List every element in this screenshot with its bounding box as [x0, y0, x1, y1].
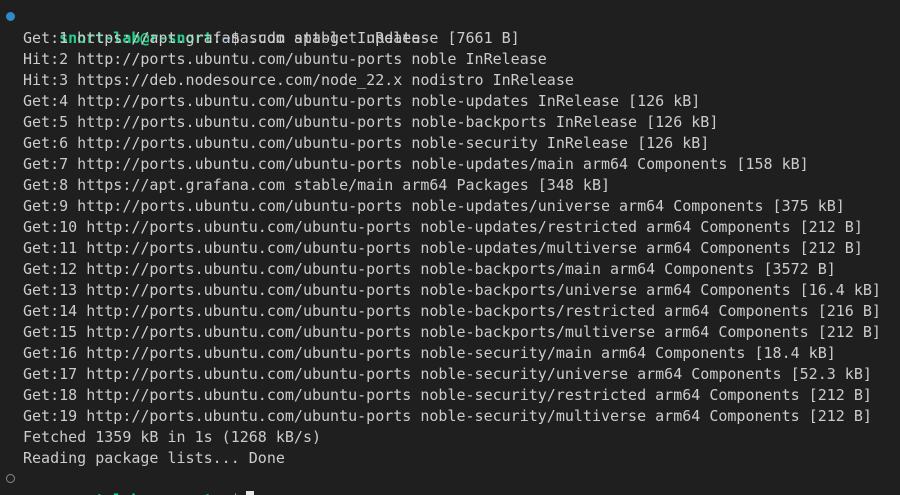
output-line: Get:8 https://apt.grafana.com stable/mai… — [23, 176, 610, 194]
command-pending-decoration-icon[interactable] — [6, 474, 15, 483]
output-line: Get:10 http://ports.ubuntu.com/ubuntu-po… — [23, 218, 863, 236]
prompt-symbol: $ — [231, 491, 240, 495]
output-line: Fetched 1359 kB in 1s (1268 kB/s) — [23, 428, 322, 446]
command-line: snort-lab@r-snort:~$ sudo apt-get update — [0, 7, 900, 47]
output-line: Get:19 http://ports.ubuntu.com/ubuntu-po… — [23, 407, 872, 425]
output-line: Get:4 http://ports.ubuntu.com/ubuntu-por… — [23, 92, 701, 110]
output-line: Get:9 http://ports.ubuntu.com/ubuntu-por… — [23, 197, 845, 215]
command-output: Get:1 https://apt.grafana.com stable InR… — [0, 28, 900, 469]
output-line: Get:15 http://ports.ubuntu.com/ubuntu-po… — [23, 323, 881, 341]
output-line: Get:11 http://ports.ubuntu.com/ubuntu-po… — [23, 239, 863, 257]
output-line: Get:13 http://ports.ubuntu.com/ubuntu-po… — [23, 281, 881, 299]
output-line: Get:5 http://ports.ubuntu.com/ubuntu-por… — [23, 113, 719, 131]
output-line: Get:1 https://apt.grafana.com stable InR… — [23, 29, 520, 47]
output-line: Hit:3 https://deb.nodesource.com/node_22… — [23, 71, 574, 89]
output-line: Get:6 http://ports.ubuntu.com/ubuntu-por… — [23, 134, 710, 152]
prompt-separator: : — [213, 491, 222, 495]
output-line: Get:14 http://ports.ubuntu.com/ubuntu-po… — [23, 302, 881, 320]
output-line: Get:16 http://ports.ubuntu.com/ubuntu-po… — [23, 344, 836, 362]
terminal-window[interactable]: snort-lab@r-snort:~$ sudo apt-get update… — [0, 0, 900, 495]
output-line: Get:12 http://ports.ubuntu.com/ubuntu-po… — [23, 260, 836, 278]
output-line: Hit:2 http://ports.ubuntu.com/ubuntu-por… — [23, 50, 547, 68]
text-cursor[interactable] — [245, 491, 254, 495]
output-line: Get:7 http://ports.ubuntu.com/ubuntu-por… — [23, 155, 809, 173]
output-line: Reading package lists... Done — [23, 449, 285, 467]
command-success-decoration-icon[interactable] — [6, 12, 15, 21]
prompt-path: ~ — [222, 491, 231, 495]
output-line: Get:17 http://ports.ubuntu.com/ubuntu-po… — [23, 365, 872, 383]
prompt-user-host: snort-lab@r-snort — [59, 491, 213, 495]
active-prompt-line[interactable]: snort-lab@r-snort:~$ — [0, 469, 900, 495]
output-line: Get:18 http://ports.ubuntu.com/ubuntu-po… — [23, 386, 872, 404]
